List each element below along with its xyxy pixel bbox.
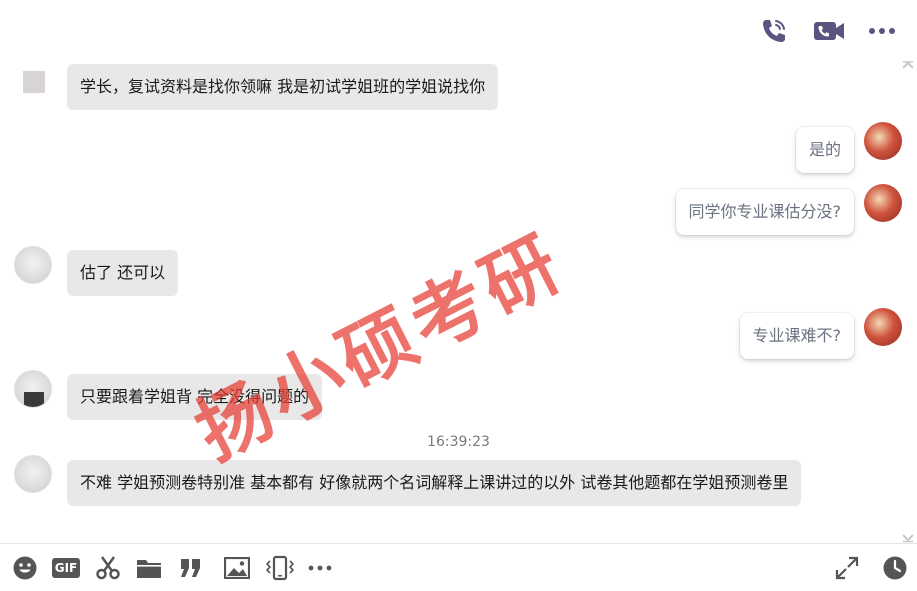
shake-icon[interactable] <box>264 554 296 582</box>
contact-avatar[interactable] <box>14 370 52 408</box>
avatar-image <box>24 392 44 407</box>
folder-icon[interactable] <box>135 554 163 582</box>
message-timestamp: 16:39:23 <box>427 434 490 450</box>
history-clock-icon[interactable] <box>881 554 909 582</box>
contact-avatar[interactable] <box>14 455 52 493</box>
message-bubble-received: 不难 学姐预测卷特别准 基本都有 好像就两个名词解释上课讲过的以外 试卷其他题都… <box>67 460 802 506</box>
image-icon[interactable] <box>223 554 251 582</box>
message-bubble-received: 学长，复试资料是找你领嘛 我是初试学姐班的学姐说找你 <box>67 64 499 110</box>
contact-avatar[interactable] <box>14 246 52 284</box>
quote-icon[interactable] <box>177 554 205 582</box>
expand-icon[interactable] <box>833 554 861 582</box>
scroll-down-icon[interactable] <box>901 528 915 543</box>
video-call-icon[interactable] <box>812 14 846 48</box>
contact-avatar[interactable] <box>23 71 45 93</box>
scissors-icon[interactable] <box>94 554 122 582</box>
message-bubble-received: 估了 还可以 <box>67 250 179 296</box>
more-icon[interactable] <box>865 14 899 48</box>
toolbar-more-icon[interactable] <box>306 554 334 582</box>
message-bubble-sent: 是的 <box>795 127 854 173</box>
phone-icon[interactable] <box>757 14 791 48</box>
message-bubble-sent: 专业课难不? <box>739 313 854 359</box>
divider <box>0 543 917 544</box>
gif-label: GIF <box>51 558 81 578</box>
scroll-up-icon[interactable] <box>901 55 915 69</box>
gif-icon[interactable]: GIF <box>51 554 81 582</box>
emoji-icon[interactable] <box>11 554 39 582</box>
chat-header <box>0 0 917 60</box>
my-avatar[interactable] <box>864 122 902 160</box>
my-avatar[interactable] <box>864 184 902 222</box>
message-bubble-sent: 同学你专业课估分没? <box>675 189 854 235</box>
message-bubble-received: 只要跟着学姐背 完全没得问题的 <box>67 374 323 420</box>
my-avatar[interactable] <box>864 308 902 346</box>
